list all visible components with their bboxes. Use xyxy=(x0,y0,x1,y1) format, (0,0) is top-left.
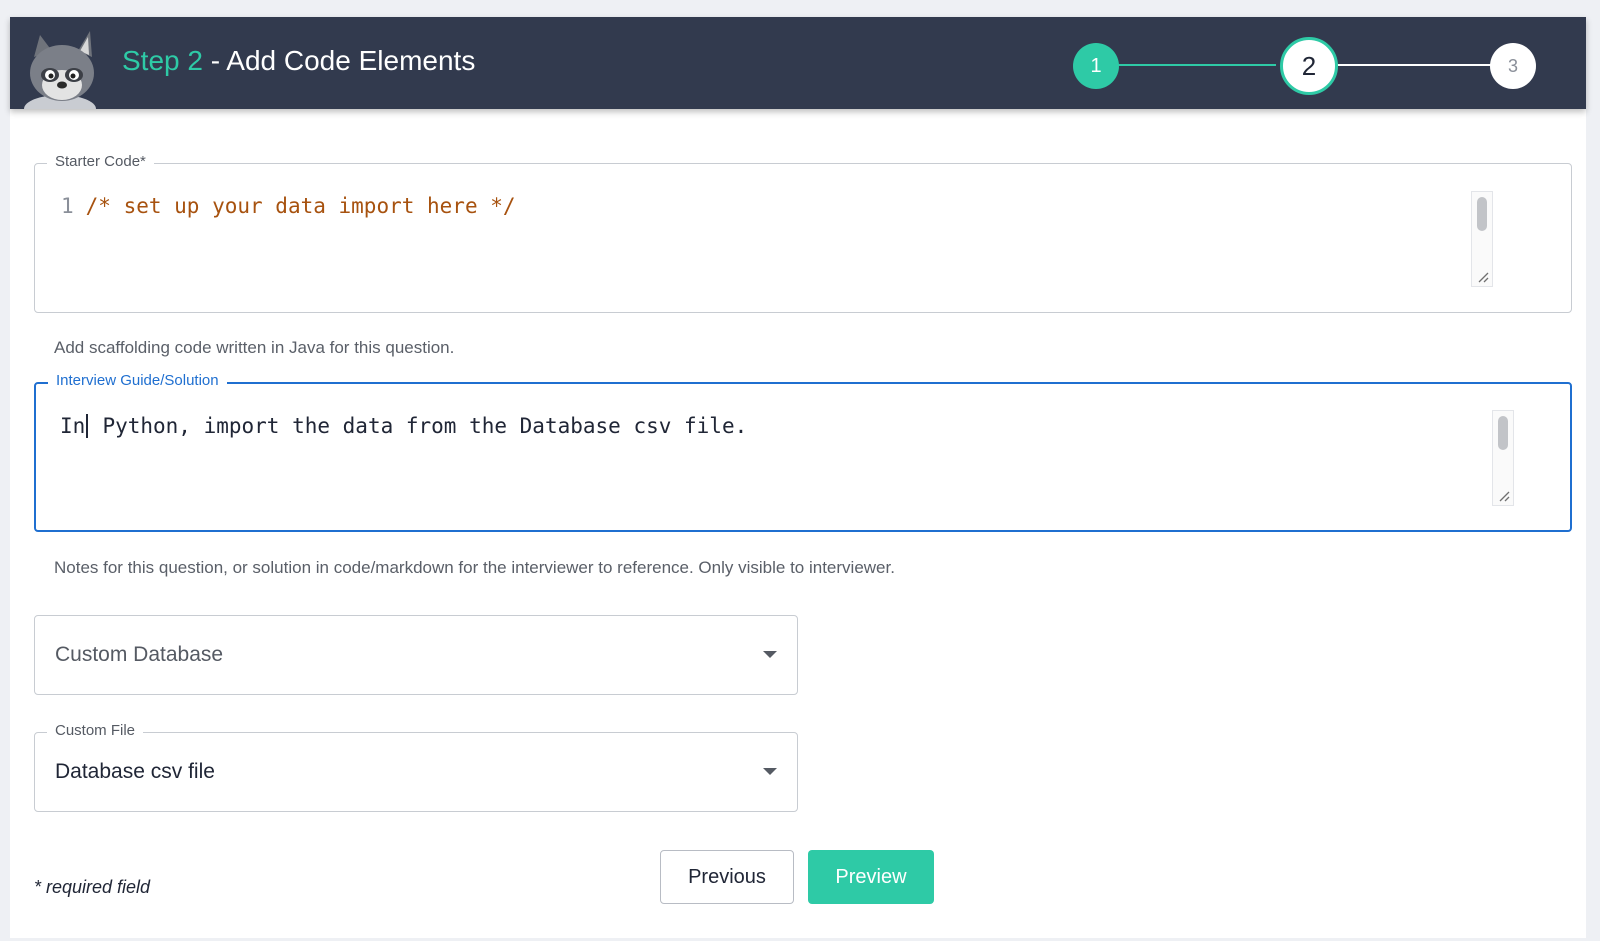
custom-file-value: Database csv file xyxy=(55,760,215,783)
raccoon-mascot-logo xyxy=(22,27,102,109)
stepper-step-2[interactable]: 2 xyxy=(1280,37,1338,95)
guide-text-before-caret: In xyxy=(60,414,86,438)
page-header: Step 2 - Add Code Elements 1 2 3 xyxy=(10,17,1586,109)
text-caret xyxy=(86,414,88,438)
stepper-line-pending xyxy=(1334,64,1492,66)
code-line: 1 /* set up your data import here */ xyxy=(61,194,516,218)
guide-text-after-caret: Python, import the data from the Databas… xyxy=(89,414,748,438)
code-comment: /* set up your data import here */ xyxy=(85,194,516,218)
chevron-down-icon xyxy=(763,768,777,775)
starter-code-label: Starter Code* xyxy=(47,153,154,170)
form-card: Step 2 - Add Code Elements 1 2 3 Starter… xyxy=(10,17,1586,938)
textarea-scrollbar[interactable] xyxy=(1492,410,1514,506)
chevron-down-icon xyxy=(763,651,777,658)
starter-code-helper: Add scaffolding code written in Java for… xyxy=(54,338,455,357)
page-title: Step 2 - Add Code Elements xyxy=(122,45,475,77)
scrollbar-thumb[interactable] xyxy=(1498,416,1508,450)
scrollbar-thumb[interactable] xyxy=(1477,197,1487,231)
custom-database-select[interactable]: Custom Database xyxy=(34,615,798,695)
progress-stepper: 1 2 3 xyxy=(1072,36,1536,95)
interview-guide-label: Interview Guide/Solution xyxy=(48,372,227,389)
guide-text: In Python, import the data from the Data… xyxy=(60,414,747,438)
interview-guide-textarea[interactable]: Interview Guide/Solution In Python, impo… xyxy=(34,372,1572,532)
resize-handle-icon[interactable] xyxy=(1476,270,1490,284)
stepper-step-3[interactable]: 3 xyxy=(1490,43,1536,89)
interview-guide-helper: Notes for this question, or solution in … xyxy=(54,558,895,577)
editor-scrollbar[interactable] xyxy=(1471,191,1493,287)
custom-file-label: Custom File xyxy=(47,722,144,739)
line-number: 1 xyxy=(61,194,74,218)
resize-handle-icon[interactable] xyxy=(1497,489,1511,503)
step-title: - Add Code Elements xyxy=(202,45,476,76)
stepper-step-1[interactable]: 1 xyxy=(1073,43,1119,89)
starter-code-editor[interactable]: Starter Code* 1 /* set up your data impor… xyxy=(34,153,1572,313)
stepper-line-completed xyxy=(1116,64,1276,66)
step-label: Step 2 xyxy=(122,45,203,76)
custom-database-value: Custom Database xyxy=(55,643,224,666)
required-field-note: * required field xyxy=(34,877,151,897)
preview-button[interactable]: Preview xyxy=(808,850,934,904)
custom-file-select[interactable]: Custom File Database csv file xyxy=(34,722,798,812)
previous-button[interactable]: Previous xyxy=(660,850,794,904)
